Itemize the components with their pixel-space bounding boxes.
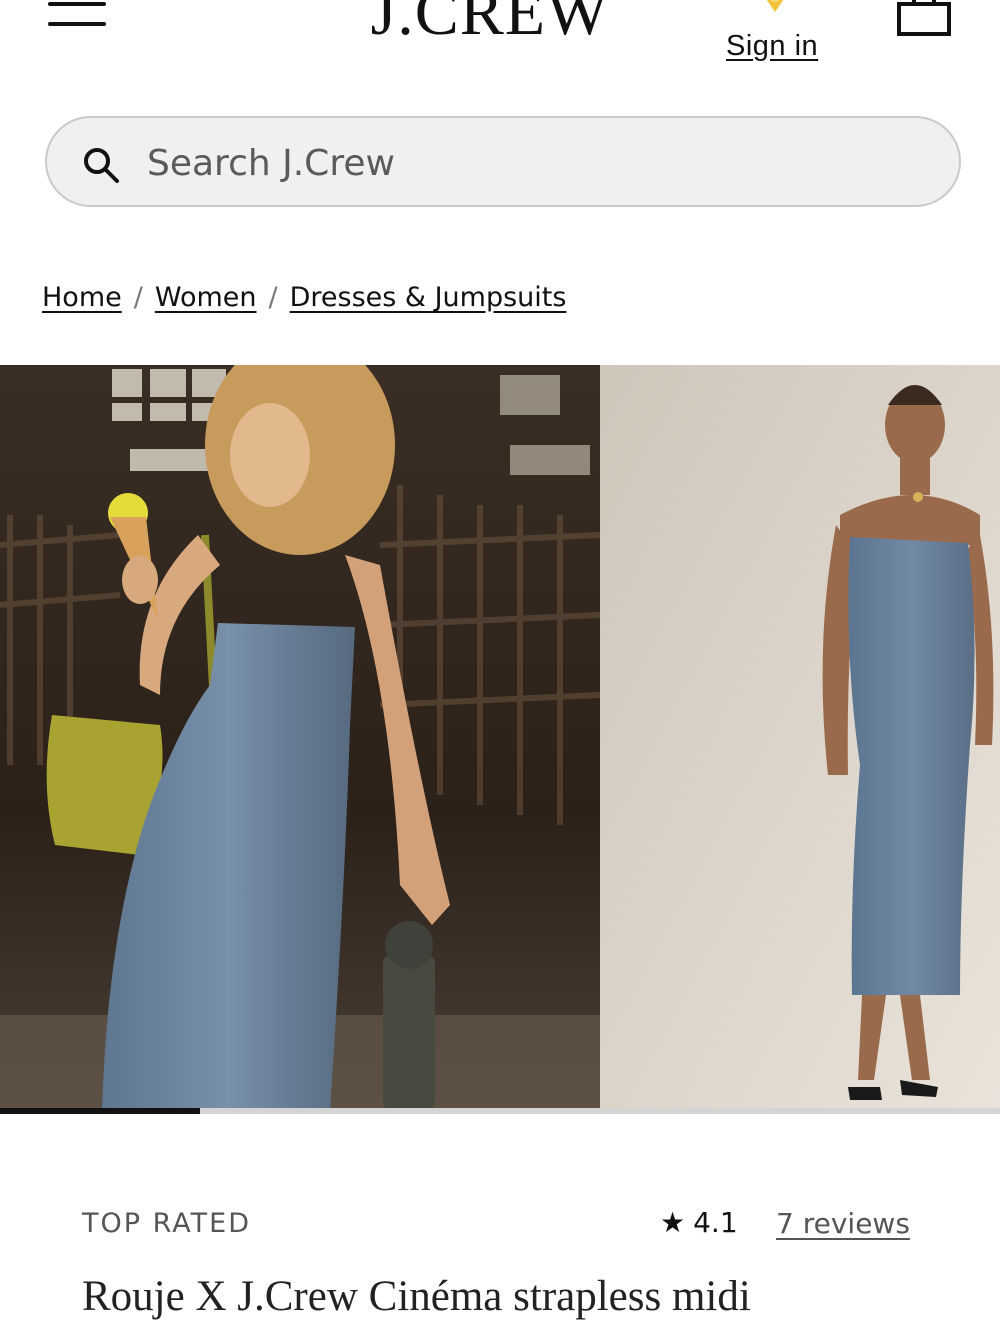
breadcrumb-separator: /: [133, 282, 143, 313]
breadcrumb-home[interactable]: Home: [42, 282, 122, 313]
search-input[interactable]: [147, 136, 907, 190]
product-title: Rouje X J.Crew Cinéma strapless midi: [82, 1273, 751, 1320]
rating-value: 4.1: [693, 1206, 738, 1239]
breadcrumb-dresses-jumpsuits[interactable]: Dresses & Jumpsuits: [290, 282, 567, 313]
studio-photo-art: [600, 365, 1000, 1110]
breadcrumb-separator: /: [268, 282, 278, 313]
product-image-gallery[interactable]: [0, 365, 1000, 1110]
breadcrumb: Home / Women / Dresses & Jumpsuits: [42, 282, 566, 326]
sign-in-link[interactable]: Sign in: [726, 30, 818, 63]
search-bar[interactable]: [45, 116, 961, 207]
menu-bar-bottom: [48, 22, 106, 26]
brand-logo[interactable]: J.CREW: [350, 0, 630, 48]
breadcrumb-women[interactable]: Women: [155, 282, 257, 313]
site-header: J.CREW Sign in: [0, 0, 1000, 80]
product-rating: ★ 4.1: [660, 1206, 738, 1239]
menu-bar-top: [48, 2, 106, 6]
reviews-link[interactable]: 7 reviews: [776, 1207, 910, 1240]
search-icon[interactable]: [81, 145, 121, 185]
gallery-progress-indicator: [0, 1108, 200, 1114]
lifestyle-photo-art: [0, 365, 600, 1110]
star-icon: ★: [660, 1206, 686, 1239]
gallery-progress-track: [0, 1108, 1000, 1114]
studio-photo[interactable]: [600, 365, 1000, 1110]
location-pin-icon[interactable]: [752, 0, 798, 20]
lifestyle-photo[interactable]: [0, 365, 600, 1110]
top-rated-badge: TOP RATED: [82, 1208, 251, 1239]
shopping-bag-icon[interactable]: [896, 0, 952, 38]
hamburger-menu-icon[interactable]: [48, 0, 106, 30]
